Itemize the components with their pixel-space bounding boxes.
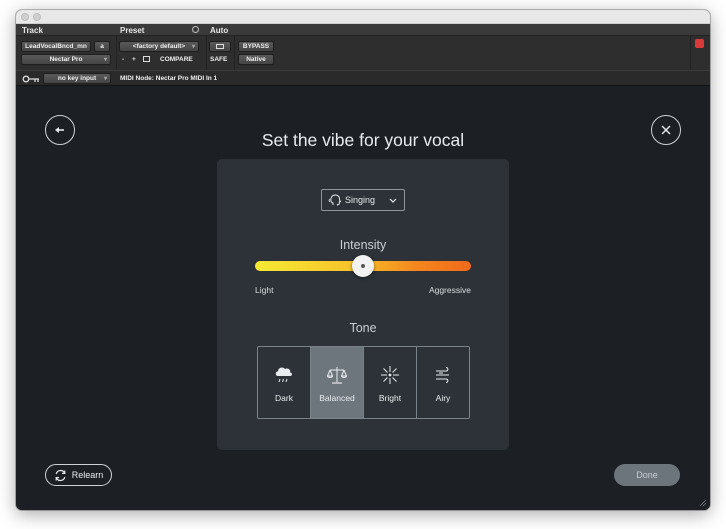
track-name-selector[interactable]: LeadVocalBncd_mn xyxy=(21,41,91,52)
tone-selector: Dark Balanced Bright Airy xyxy=(257,346,470,419)
tone-option-label: Bright xyxy=(378,393,402,403)
native-button[interactable]: Native xyxy=(238,54,274,65)
intensity-max-label: Aggressive xyxy=(428,285,471,295)
refresh-icon xyxy=(55,469,66,481)
relearn-button[interactable]: Relearn xyxy=(45,464,112,486)
resize-grip-icon[interactable] xyxy=(699,499,707,507)
intensity-slider-thumb[interactable] xyxy=(352,255,374,277)
preset-selector[interactable]: <factory default> ▾ xyxy=(119,41,199,52)
done-button[interactable]: Done xyxy=(614,464,680,486)
automation-button[interactable] xyxy=(209,41,231,52)
intensity-slider[interactable] xyxy=(255,255,471,277)
scale-icon xyxy=(326,367,348,384)
preset-next-button[interactable]: + xyxy=(132,56,136,63)
tone-option-dark[interactable]: Dark xyxy=(258,347,311,418)
vocal-style-dropdown[interactable]: Singing xyxy=(321,189,405,211)
preset-name-text: <factory default> xyxy=(132,43,186,50)
tone-option-bright[interactable]: Bright xyxy=(364,347,417,418)
midi-node-label: MIDI Node: Nectar Pro MIDI In 1 xyxy=(120,75,218,82)
done-label: Done xyxy=(636,470,658,480)
tone-option-label: Balanced xyxy=(319,393,355,403)
safe-button[interactable]: SAFE xyxy=(210,56,227,63)
sparkle-icon xyxy=(381,366,399,384)
vocal-style-value: Singing xyxy=(345,195,376,205)
window-minimize-button[interactable] xyxy=(33,13,41,21)
intensity-min-label: Light xyxy=(255,285,274,295)
plugin-name-text: Nectar Pro xyxy=(49,56,83,63)
track-slot-selector[interactable]: a xyxy=(94,41,110,52)
compare-button[interactable]: COMPARE xyxy=(160,56,193,63)
key-icon xyxy=(22,75,39,83)
automation-icon xyxy=(216,44,224,49)
divider xyxy=(234,36,235,70)
preset-prev-button[interactable]: - xyxy=(122,56,124,63)
wind-icon xyxy=(436,367,449,383)
tone-option-label: Dark xyxy=(275,393,293,403)
auto-header: Auto xyxy=(210,26,229,35)
track-header: Track xyxy=(22,26,43,35)
window-titlebar[interactable] xyxy=(16,10,710,24)
key-input-selector[interactable]: no key input ▾ xyxy=(43,73,111,84)
chevron-down-icon: ▾ xyxy=(191,44,195,50)
host-subbar: no key input ▾ MIDI Node: Nectar Pro MID… xyxy=(16,70,710,86)
preset-header: Preset xyxy=(120,26,145,35)
window-close-button[interactable] xyxy=(21,13,29,21)
relearn-label: Relearn xyxy=(71,470,104,480)
nectar-plugin-ui: Set the vibe for your vocal Singing Inte… xyxy=(16,86,710,510)
track-name-text: LeadVocalBncd_mn xyxy=(25,43,87,50)
intensity-label: Intensity xyxy=(339,238,387,252)
tone-label: Tone xyxy=(349,321,377,335)
page-title: Set the vibe for your vocal xyxy=(261,130,465,150)
chevron-down-icon: ▾ xyxy=(103,57,107,63)
host-plugin-header: Track Preset Auto LeadVocalBncd_mn a Nec… xyxy=(16,24,710,70)
plugin-selector[interactable]: Nectar Pro ▾ xyxy=(21,54,111,65)
singer-head-icon xyxy=(328,194,342,206)
bypass-text: BYPASS xyxy=(242,43,270,50)
native-text: Native xyxy=(246,56,266,63)
tone-option-airy[interactable]: Airy xyxy=(417,347,469,418)
track-slot-text: a xyxy=(100,43,104,50)
plugin-alert-icon[interactable] xyxy=(695,39,704,48)
plugin-window: Track Preset Auto LeadVocalBncd_mn a Nec… xyxy=(16,10,710,510)
tone-option-balanced[interactable]: Balanced xyxy=(311,347,364,418)
cloud-rain-icon xyxy=(275,367,293,383)
chevron-down-icon: ▾ xyxy=(103,76,107,82)
divider xyxy=(116,36,117,70)
divider xyxy=(690,36,691,70)
tone-option-label: Airy xyxy=(435,393,451,403)
divider xyxy=(206,36,207,70)
chevron-down-icon xyxy=(389,198,397,203)
key-input-text: no key input xyxy=(57,75,97,82)
preset-menu-icon[interactable] xyxy=(192,26,199,33)
bypass-button[interactable]: BYPASS xyxy=(238,41,274,52)
copy-icon[interactable] xyxy=(143,56,150,62)
vibe-panel: Singing Intensity Light Aggressive Tone xyxy=(217,159,509,450)
